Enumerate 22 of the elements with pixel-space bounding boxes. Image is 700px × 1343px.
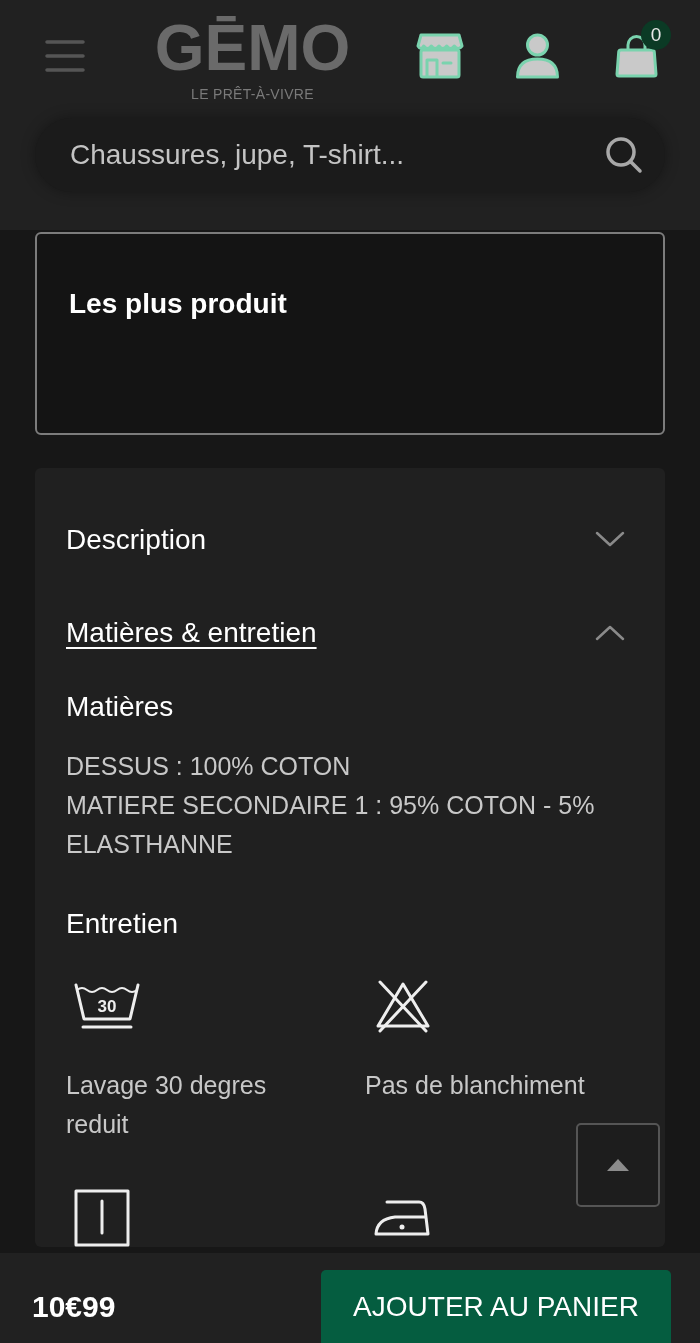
chevron-down-icon (595, 531, 625, 548)
store-icon[interactable] (416, 33, 464, 79)
brand-tagline: LE PRÊT-À-VIVRE (191, 86, 314, 102)
user-icon[interactable] (515, 33, 560, 79)
materials-heading: Matières (66, 690, 175, 724)
material-text: MATIERE SECONDAIRE 1 : 95% COTON - 5% ELASTHANNE (66, 790, 596, 860)
search-input[interactable]: Chaussures, jupe, T-shirt... (70, 135, 605, 175)
care-label: Pas de blanchiment (365, 1070, 585, 1101)
accordion-header[interactable]: Matières & entretien (66, 586, 634, 679)
triangle-up-icon (607, 1159, 629, 1171)
search-icon[interactable] (605, 136, 643, 174)
chevron-up-icon (595, 624, 625, 641)
material-text: DESSUS : 100% COTON (66, 751, 352, 782)
accordion-header[interactable]: Description (66, 493, 634, 586)
cart-count-badge: 0 (641, 20, 671, 50)
search-field[interactable]: Chaussures, jupe, T-shirt... (35, 118, 665, 192)
care-label: Lavage 30 degres reduit (66, 1070, 268, 1140)
iron-icon (373, 1199, 431, 1237)
price: 10€99 (32, 1289, 116, 1324)
highlights-title: Les plus produit (69, 287, 288, 321)
add-to-cart-button[interactable]: AJOUTER AU PANIER (321, 1270, 671, 1343)
care-heading: Entretien (66, 907, 180, 941)
